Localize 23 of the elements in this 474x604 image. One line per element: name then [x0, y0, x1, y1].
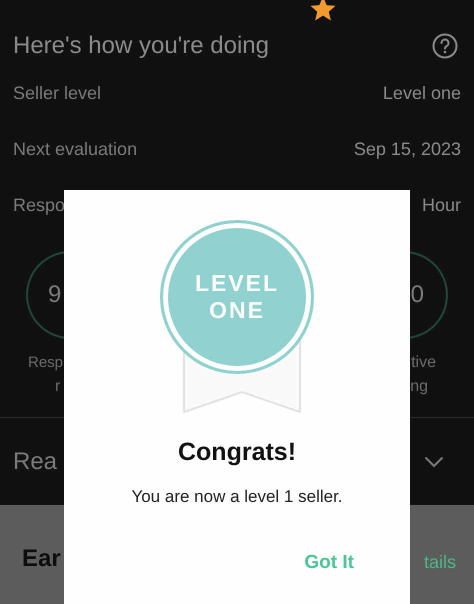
earnings-title: Ear	[22, 544, 61, 574]
metric-label: tive	[411, 353, 436, 373]
dialog-title: Congrats!	[178, 437, 296, 468]
stat-value: Level one	[382, 82, 461, 105]
metric-label: ng	[410, 377, 428, 397]
stat-label: Next evaluation	[13, 138, 138, 161]
badge-text: ONE	[209, 297, 265, 324]
stat-label: Respo	[13, 194, 66, 217]
chevron-down-icon[interactable]	[424, 456, 444, 468]
stat-value: Sep 15, 2023	[354, 138, 461, 161]
stat-value: Hour	[422, 194, 461, 217]
section-title: Here's how you're doing	[13, 31, 269, 61]
metric-label: r	[55, 377, 60, 397]
details-link[interactable]: tails	[424, 549, 456, 576]
section-title[interactable]: Rea	[13, 444, 58, 480]
help-icon[interactable]	[432, 33, 458, 59]
got-it-button[interactable]: Got It	[304, 549, 354, 578]
stat-label: Seller level	[13, 82, 102, 105]
badge-text: LEVEL	[194, 270, 280, 297]
metric-value: 9	[48, 280, 62, 310]
dialog-message: You are now a level 1 seller.	[131, 486, 343, 508]
metric-value: 0	[410, 280, 424, 310]
metric-label: Resp	[28, 353, 64, 373]
